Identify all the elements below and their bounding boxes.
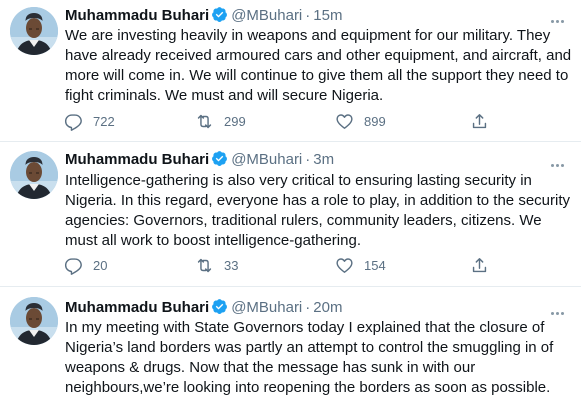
- like-button[interactable]: 154: [335, 253, 386, 277]
- avatar[interactable]: [10, 297, 58, 345]
- retweet-button[interactable]: 299: [195, 109, 246, 133]
- separator-dot: ·: [305, 299, 311, 316]
- author-name[interactable]: Muhammadu Buhari: [65, 299, 209, 316]
- avatar[interactable]: [10, 7, 58, 55]
- separator-dot: ·: [305, 7, 311, 24]
- reply-icon: [64, 112, 83, 131]
- tweet-header: Muhammadu Buhari @MBuhari · 3m: [65, 150, 551, 170]
- more-icon[interactable]: [551, 154, 569, 167]
- separator-dot: ·: [305, 151, 311, 168]
- like-count: 154: [364, 257, 386, 273]
- tweet-actions: 20 33 154: [62, 253, 502, 277]
- tweet-time[interactable]: 20m: [313, 299, 342, 316]
- retweet-count: 33: [224, 257, 239, 273]
- more-icon[interactable]: [551, 302, 569, 315]
- heart-icon: [335, 112, 354, 131]
- retweet-count: 299: [224, 113, 246, 129]
- avatar[interactable]: [10, 151, 58, 199]
- author-handle[interactable]: @MBuhari: [231, 299, 302, 316]
- reply-button[interactable]: 20: [64, 253, 107, 277]
- tweet-header: Muhammadu Buhari @MBuhari · 15m: [65, 6, 551, 26]
- verified-badge-icon: [211, 298, 228, 315]
- retweet-icon: [195, 256, 214, 275]
- heart-icon: [335, 256, 354, 275]
- tweet-actions: 722 299 899: [62, 109, 502, 133]
- like-button[interactable]: 899: [335, 109, 386, 133]
- tweet-text: We are investing heavily in weapons and …: [65, 27, 572, 104]
- share-icon: [470, 256, 489, 275]
- reply-button[interactable]: 722: [64, 109, 115, 133]
- tweet-text: In my meeting with State Governors today…: [65, 319, 554, 396]
- author-handle[interactable]: @MBuhari: [231, 151, 302, 168]
- tweet-time[interactable]: 3m: [313, 151, 334, 168]
- tweet[interactable]: Muhammadu Buhari @MBuhari · 20m In my meeti…: [0, 287, 581, 403]
- tweet-text: Intelligence-gathering is also very crit…: [65, 172, 570, 249]
- author-name[interactable]: Muhammadu Buhari: [65, 7, 209, 24]
- share-button[interactable]: [470, 109, 499, 133]
- retweet-button[interactable]: 33: [195, 253, 238, 277]
- author-name[interactable]: Muhammadu Buhari: [65, 151, 209, 168]
- verified-badge-icon: [211, 6, 228, 23]
- reply-count: 20: [93, 257, 108, 273]
- tweet-header: Muhammadu Buhari @MBuhari · 20m: [65, 298, 551, 318]
- like-count: 899: [364, 113, 386, 129]
- reply-icon: [64, 256, 83, 275]
- share-icon: [470, 112, 489, 131]
- tweet-time[interactable]: 15m: [313, 7, 342, 24]
- verified-badge-icon: [211, 150, 228, 167]
- retweet-icon: [195, 112, 214, 131]
- tweet[interactable]: Muhammadu Buhari @MBuhari · 3m Intelligence…: [0, 142, 581, 287]
- author-handle[interactable]: @MBuhari: [231, 7, 302, 24]
- reply-count: 722: [93, 113, 115, 129]
- tweet[interactable]: Muhammadu Buhari @MBuhari · 15m We are inve…: [0, 0, 581, 142]
- share-button[interactable]: [470, 253, 499, 277]
- more-icon[interactable]: [551, 10, 569, 23]
